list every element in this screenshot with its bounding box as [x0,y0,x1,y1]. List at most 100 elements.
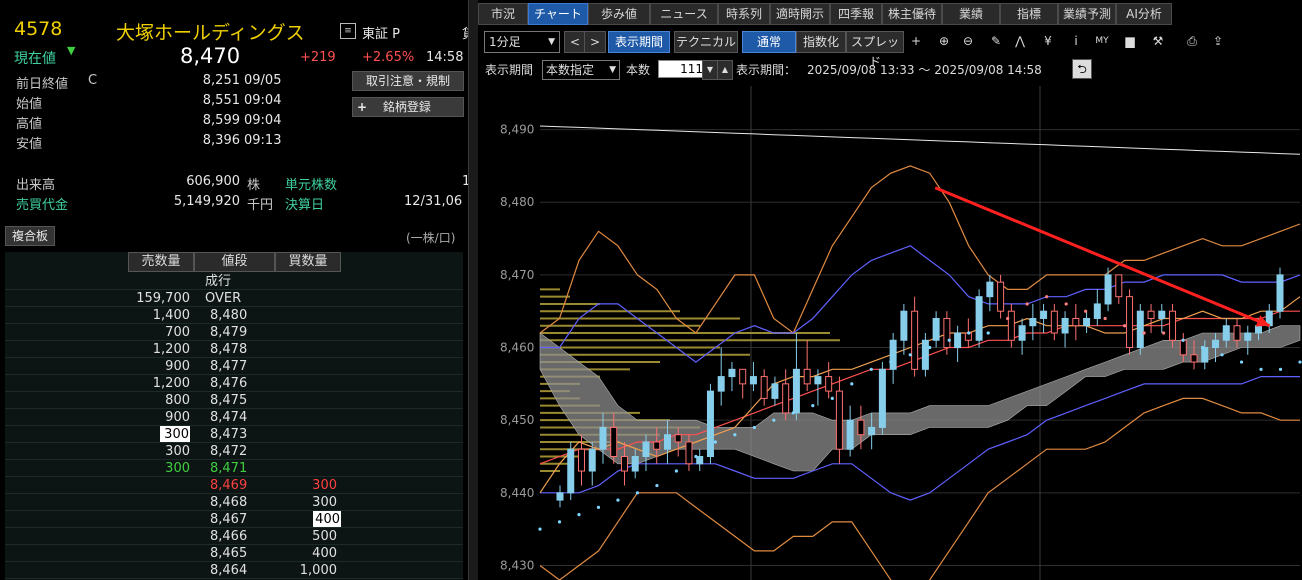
sell-qty-header: 売数量 [128,252,194,272]
tab-2[interactable]: 歩み値 [588,3,650,25]
period-mode-value: 本数指定 [546,63,595,77]
zoom-in-icon[interactable]: ⊕ [934,31,954,51]
export-icon[interactable]: ⇪ [1208,31,1228,51]
tab-8[interactable]: 業績 [942,3,1000,25]
index-button[interactable]: 指数化 [796,31,846,53]
prev-close-flag: C [88,73,98,88]
book-row[interactable]: 1,200 8,476 [5,375,463,392]
sell-qty: 700 [165,325,190,340]
crosshair-icon[interactable]: + [906,31,926,51]
book-row[interactable]: 8,465 400 [5,545,463,562]
price-chart[interactable]: 8,490 8,480 8,470 8,460 8,450 8,440 8,430 [478,86,1302,580]
undo-icon[interactable]: ⮌ [1072,59,1092,79]
candle-body [1222,325,1230,341]
range-label: 表示期間： [736,63,797,77]
candle-body [599,426,607,450]
tab-3[interactable]: ニュース [650,3,718,25]
prev-close-label: 前日終値 [16,77,69,92]
period-mode-select[interactable]: 本数指定 ▼ [542,60,620,80]
book-row[interactable]: 800 8,475 [5,392,463,409]
sar-dot [557,520,562,524]
tab-10[interactable]: 業績予測 [1058,3,1116,25]
tab-4[interactable]: 時系列 [718,3,770,25]
sell-qty: 159,700 [136,291,190,306]
candle-body [771,383,779,399]
period-button[interactable]: 表示期間 [608,31,670,53]
chart-panel: 市況 チャート 歩み値 ニュース 時系列 適時開示 四季報 株主優待 業績 指標 業績予測 AI分析 … [478,0,1302,580]
sar-dot [830,396,834,400]
tab-9[interactable]: 指標 [1000,3,1058,25]
book-row[interactable]: 1,200 8,478 [5,341,463,358]
normal-button[interactable]: 通常 [742,31,796,53]
candle-body [717,376,725,392]
book-row[interactable]: 300 8,473 [5,426,463,443]
technical-button[interactable]: テクニカル [674,31,738,53]
candle-body [975,296,983,341]
candle-body [1072,317,1080,327]
trading-notes-button[interactable]: 取引注意・規制 [352,71,464,91]
book-row[interactable]: 8,469 300 [5,477,463,494]
line-tool-icon[interactable]: ⋀ [1010,31,1030,51]
sar-dot [1006,316,1010,321]
print-icon[interactable]: ⎙ [1182,31,1202,51]
prev-page-icon[interactable]: < [564,31,586,53]
count-up-icon[interactable]: ▲ [717,60,733,80]
tab-6[interactable]: 四季報 [830,3,882,25]
candle-body [792,368,800,414]
chevron-down-icon: ▼ [609,65,616,75]
book-row[interactable]: 8,466 500 [5,528,463,545]
book-row[interactable]: 159,700 OVER [5,290,463,307]
my-icon[interactable]: MY [1092,31,1112,51]
sar-dot [1298,360,1302,364]
book-row[interactable]: 8,467 400 [5,511,463,528]
candle-body [1147,310,1155,319]
composite-board-tab[interactable]: 複合板 [5,226,55,246]
candle-body [760,376,768,399]
zoom-out-icon[interactable]: ⊖ [958,31,978,51]
document-icon[interactable]: ≡ [340,23,356,39]
book-row[interactable]: 300 8,471 [5,460,463,477]
wrench-icon[interactable]: ⚒ [1148,31,1168,51]
candle-body [631,456,639,472]
price-level: 8,469 [210,478,248,493]
tab-7[interactable]: 株主優待 [882,3,942,25]
candle-body [1179,339,1187,356]
info-icon[interactable]: i [1066,31,1086,51]
pen-icon[interactable]: ✎ [986,31,1006,51]
candle-body [1244,332,1252,341]
book-row[interactable]: 8,468 300 [5,494,463,511]
book-row[interactable]: 900 8,477 [5,358,463,375]
price-level: 8,472 [210,444,248,459]
sar-dot [694,454,698,459]
book-row[interactable]: 300 8,472 [5,443,463,460]
count-down-icon[interactable]: ▼ [702,60,718,80]
high-price: 8,599 [202,113,240,128]
tab-0[interactable]: 市況 [478,3,528,25]
price-level: 8,473 [210,427,248,442]
tab-11[interactable]: AI分析 [1116,3,1172,25]
book-row[interactable]: 8,464 1,000 [5,562,463,579]
register-stock-button[interactable]: + 銘柄登録 [352,97,464,117]
y-tick-label: 8,490 [500,123,534,137]
book-row[interactable]: 成行 [5,273,463,290]
order-book: 売数量 値段 買数量 成行 159,700 OVER 1,400 8,480 700 8,4… [5,252,463,580]
next-page-icon[interactable]: > [584,31,606,53]
low-label: 安値 [16,137,43,152]
tab-5[interactable]: 適時開示 [770,3,830,25]
volume-profile-icon[interactable]: ▆ [1120,31,1140,51]
spread-button[interactable]: スプレッド [846,31,904,69]
tab-1[interactable]: チャート [528,3,588,25]
candle-body [610,426,618,457]
book-row[interactable]: 700 8,479 [5,324,463,341]
sar-dot [1084,309,1088,313]
candle-body [997,281,1005,312]
yen-icon[interactable]: ¥ [1038,31,1058,51]
count-input[interactable] [658,60,706,78]
sar-dot [1103,316,1107,321]
low-time: 09:13 [244,133,282,148]
period-label: 表示期間 [485,63,534,77]
book-row[interactable]: 900 8,474 [5,409,463,426]
interval-select[interactable]: 1分足 ▼ [484,31,560,53]
book-row[interactable]: 1,400 8,480 [5,307,463,324]
price-level: 8,475 [210,393,248,408]
